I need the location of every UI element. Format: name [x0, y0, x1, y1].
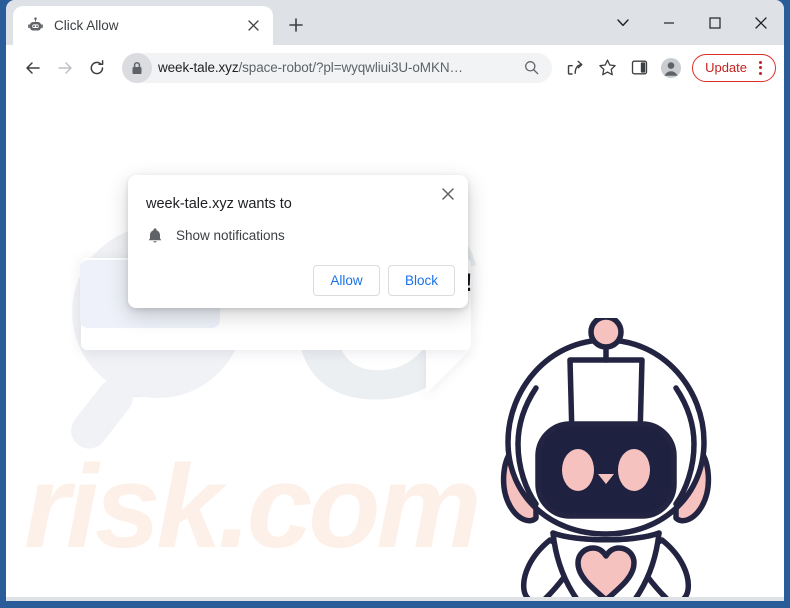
browser-window: Click Allow week-tale.xyz/space-robot/?p… [6, 0, 784, 601]
new-tab-button[interactable] [281, 10, 311, 40]
dialog-close-icon[interactable] [437, 183, 459, 205]
omnibox-search-icon[interactable] [518, 55, 544, 81]
page-viewport: PC risk.com T YOU ARE NOT A ROBOT! [6, 90, 784, 597]
tab-title: Click Allow [54, 18, 119, 33]
dialog-permission-label: Show notifications [176, 228, 285, 243]
space-robot-illustration [486, 318, 721, 597]
address-bar-url: week-tale.xyz/space-robot/?pl=wyqwliui3U… [158, 60, 463, 75]
lock-icon[interactable] [122, 52, 152, 83]
side-panel-icon[interactable] [624, 53, 654, 83]
dialog-title: week-tale.xyz wants to [146, 196, 292, 212]
notification-permission-dialog: week-tale.xyz wants to Show notification… [128, 175, 468, 308]
profile-avatar-icon[interactable] [656, 53, 686, 83]
window-controls [600, 0, 784, 45]
forward-icon [50, 53, 80, 83]
browser-toolbar: week-tale.xyz/space-robot/?pl=wyqwliui3U… [6, 45, 784, 90]
back-icon[interactable] [18, 53, 48, 83]
dialog-permission-row: Show notifications [147, 227, 285, 244]
maximize-icon[interactable] [692, 0, 738, 45]
window-frame: Click Allow week-tale.xyz/space-robot/?p… [0, 0, 790, 608]
update-button-label: Update [705, 60, 747, 75]
reload-icon[interactable] [82, 53, 112, 83]
watermark-risk: risk.com [24, 441, 481, 573]
minimize-icon[interactable] [646, 0, 692, 45]
bell-icon [147, 227, 163, 244]
allow-button[interactable]: Allow [313, 265, 380, 296]
close-icon[interactable] [738, 0, 784, 45]
bookmark-star-icon[interactable] [592, 53, 622, 83]
robot-favicon-icon [27, 17, 44, 34]
tab-close-icon[interactable] [243, 16, 263, 36]
tab-strip: Click Allow [6, 0, 784, 45]
update-button[interactable]: Update [692, 53, 776, 82]
three-dots-menu-icon[interactable] [751, 58, 769, 78]
block-button[interactable]: Block [388, 265, 455, 296]
address-bar[interactable]: week-tale.xyz/space-robot/?pl=wyqwliui3U… [122, 52, 553, 83]
tab-search-chevron-down-icon[interactable] [600, 0, 646, 45]
browser-tab[interactable]: Click Allow [13, 6, 273, 45]
dialog-actions: Allow Block [313, 265, 455, 296]
share-icon[interactable] [560, 53, 590, 83]
speech-bubble-tail [426, 348, 472, 394]
